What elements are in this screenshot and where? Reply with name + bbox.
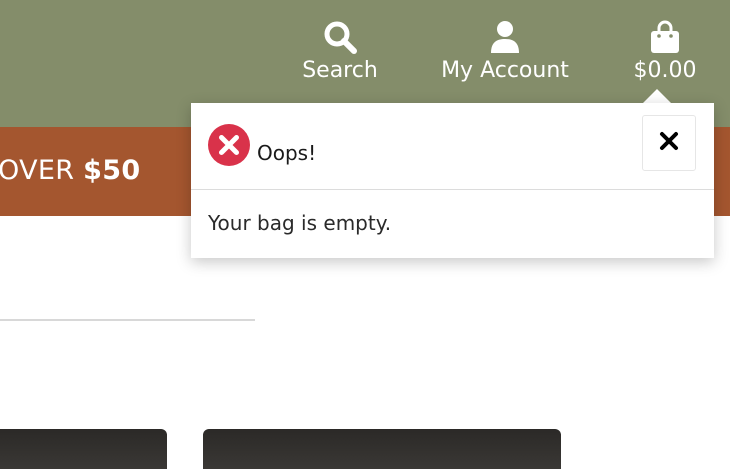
section-divider <box>0 319 255 321</box>
popup-arrow <box>643 89 671 103</box>
user-icon <box>489 18 521 56</box>
search-label: Search <box>302 58 378 83</box>
bag-total: $0.00 <box>633 58 697 83</box>
popup-message: Your bag is empty. <box>208 211 392 235</box>
error-icon <box>208 124 250 166</box>
popup-title: Oops! <box>257 141 317 165</box>
close-icon <box>659 131 679 155</box>
bag-popup: Oops! Your bag is empty. <box>191 103 714 258</box>
shopping-bag-icon <box>650 18 680 56</box>
my-account-label: My Account <box>441 58 569 83</box>
my-account-link[interactable]: My Account <box>441 18 569 84</box>
promo-text: OVER $50 <box>0 155 141 186</box>
search-link[interactable]: Search <box>302 18 378 84</box>
bag-link[interactable]: $0.00 <box>630 18 700 84</box>
product-card[interactable] <box>203 429 561 469</box>
product-card[interactable] <box>0 429 167 469</box>
close-button[interactable] <box>642 115 696 171</box>
search-icon <box>323 18 357 56</box>
popup-header: Oops! <box>191 103 714 190</box>
